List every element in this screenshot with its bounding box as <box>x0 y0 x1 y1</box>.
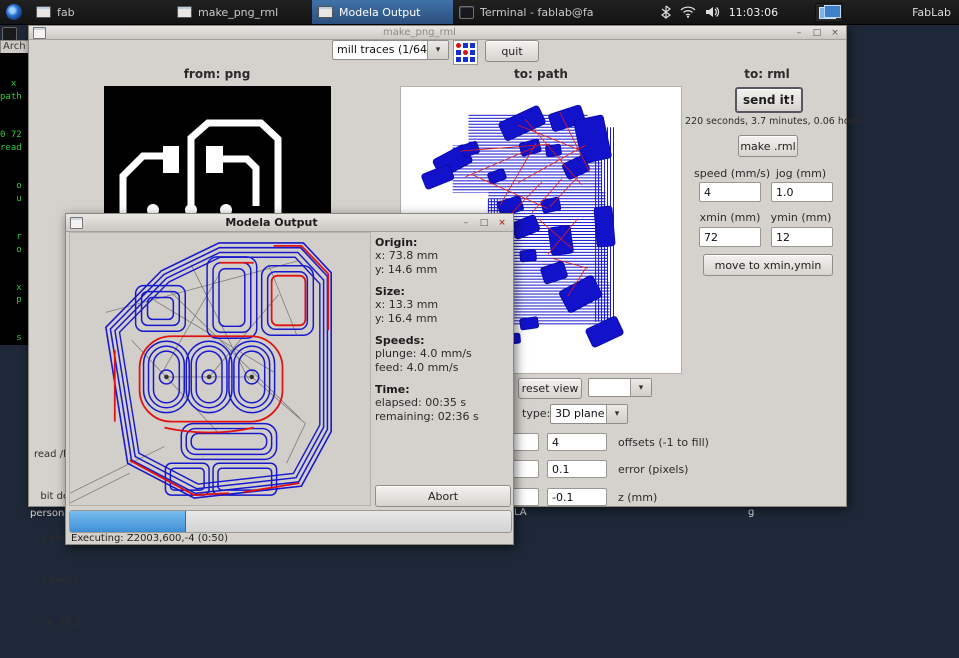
error-label: error (pixels) <box>618 463 689 476</box>
process-select-value: mill traces (1/64) <box>337 43 427 56</box>
to-path-header: to: path <box>514 67 568 81</box>
window-icon <box>318 6 333 18</box>
move-to-xmin-ymin-button[interactable]: move to xmin,ymin <box>703 254 833 276</box>
time-heading: Time: <box>375 383 410 396</box>
taskbar-item-label: Modela Output <box>339 5 421 19</box>
quit-button[interactable]: quit <box>485 40 539 62</box>
z-input[interactable]: -0.1 <box>547 488 607 506</box>
maximize-icon[interactable]: □ <box>478 218 490 228</box>
speeds-heading: Speeds: <box>375 334 425 347</box>
reset-view-button[interactable]: reset view <box>518 378 582 399</box>
window-icon <box>177 6 192 18</box>
fab-modules-logo-icon <box>453 40 478 65</box>
terminal-window-icon[interactable] <box>2 27 17 41</box>
error-input[interactable]: 0.1 <box>547 460 607 478</box>
minimize-icon[interactable]: – <box>460 218 472 228</box>
taskbar-item-label: Terminal - fablab@fablab-... <box>480 5 594 19</box>
size-x: x: 13.3 mm <box>375 298 439 311</box>
jog-input[interactable]: 1.0 <box>771 182 833 202</box>
origin-x: x: 73.8 mm <box>375 249 439 262</box>
chevron-down-icon[interactable]: ▾ <box>427 41 448 59</box>
size-y: y: 16.4 mm <box>375 312 438 325</box>
toolpath-2d-drawing <box>69 233 370 505</box>
taskbar-item-label: fab <box>57 5 75 19</box>
applications-menu-icon[interactable] <box>6 4 22 20</box>
z-label: z (mm) <box>618 491 658 504</box>
terminal-output[interactable]: xpath 0 72read o u r o x p swrot spath f… <box>0 53 28 345</box>
chevron-down-icon[interactable]: ▾ <box>630 379 651 396</box>
workspace-pager[interactable] <box>815 2 844 22</box>
close-icon[interactable]: × <box>496 218 508 228</box>
chevron-down-icon[interactable]: ▾ <box>606 405 627 423</box>
window-icon <box>36 6 51 18</box>
window-title: make_png_rml <box>383 27 456 38</box>
taskbar-item-fab[interactable]: fab <box>30 0 171 24</box>
main-window-titlebar[interactable]: make_png_rml – □ × <box>29 26 846 40</box>
type-label: type: <box>522 407 551 420</box>
from-png-header: from: png <box>183 67 251 81</box>
view-select-value <box>589 379 630 396</box>
wifi-icon[interactable] <box>680 6 696 18</box>
remaining-time: remaining: 02:36 s <box>375 410 479 423</box>
minimize-icon[interactable]: – <box>793 28 805 38</box>
xmin-input[interactable]: 72 <box>699 227 761 247</box>
offsets-label: offsets (-1 to fill) <box>618 436 709 449</box>
ymin-input[interactable]: 12 <box>771 227 833 247</box>
taskbar-item-label: make_png_rml <box>198 5 279 19</box>
taskbar: fab make_png_rml Modela Output Terminal … <box>0 0 959 25</box>
time-estimate-text: 220 seconds, 3.7 minutes, 0.06 hours <box>685 116 865 127</box>
desktop-text-fragment: g <box>748 507 755 518</box>
desktop-text-fragment: LA <box>514 507 527 518</box>
close-icon[interactable]: × <box>829 28 841 38</box>
speed-input[interactable]: 4 <box>699 182 761 202</box>
toolpath-2d-canvas[interactable] <box>69 232 371 506</box>
window-icon <box>70 216 83 229</box>
xmin-label: xmin (mm) <box>699 211 761 224</box>
modela-output-dialog: Modela Output – □ × Origin: x: 73.8 mm y… <box>65 213 514 545</box>
bluetooth-icon[interactable] <box>660 5 671 19</box>
origin-heading: Origin: <box>375 236 418 249</box>
speed-label: speed (mm/s) <box>694 167 771 180</box>
elapsed-time: elapsed: 00:35 s <box>375 396 467 409</box>
make-rml-button[interactable]: make .rml <box>738 135 798 157</box>
taskbar-item-make-png-rml[interactable]: make_png_rml <box>171 0 312 24</box>
abort-button[interactable]: Abort <box>375 485 511 507</box>
origin-y: y: 14.6 mm <box>375 263 438 276</box>
send-it-button[interactable]: send it! <box>735 87 803 113</box>
job-info-panel: Origin: x: 73.8 mm y: 14.6 mm Size: x: 1… <box>375 228 509 424</box>
progress-fill <box>70 511 186 532</box>
window-icon <box>33 26 46 39</box>
terminal-icon <box>459 5 474 19</box>
offsets-input[interactable]: 4 <box>547 433 607 451</box>
host-label: FabLab <box>912 5 951 19</box>
size-heading: Size: <box>375 285 405 298</box>
volume-icon[interactable] <box>705 6 720 18</box>
process-select[interactable]: mill traces (1/64) ▾ <box>332 40 449 60</box>
type-select[interactable]: 3D plane ▾ <box>550 404 628 424</box>
jog-label: jog (mm) <box>775 167 827 180</box>
plunge-speed: plunge: 4.0 mm/s <box>375 347 472 360</box>
progress-bar <box>69 510 512 533</box>
type-select-value: 3D plane <box>555 407 605 420</box>
taskbar-item-modela-output[interactable]: Modela Output <box>312 0 453 24</box>
clock[interactable]: 11:03:06 <box>729 6 778 19</box>
to-rml-header: to: rml <box>744 67 790 81</box>
ymin-label: ymin (mm) <box>770 211 832 224</box>
taskbar-item-terminal[interactable]: Terminal - fablab@fablab-... <box>453 0 594 24</box>
feed-speed: feed: 4.0 mm/s <box>375 361 459 374</box>
maximize-icon[interactable]: □ <box>811 28 823 38</box>
view-select[interactable]: ▾ <box>588 378 652 397</box>
